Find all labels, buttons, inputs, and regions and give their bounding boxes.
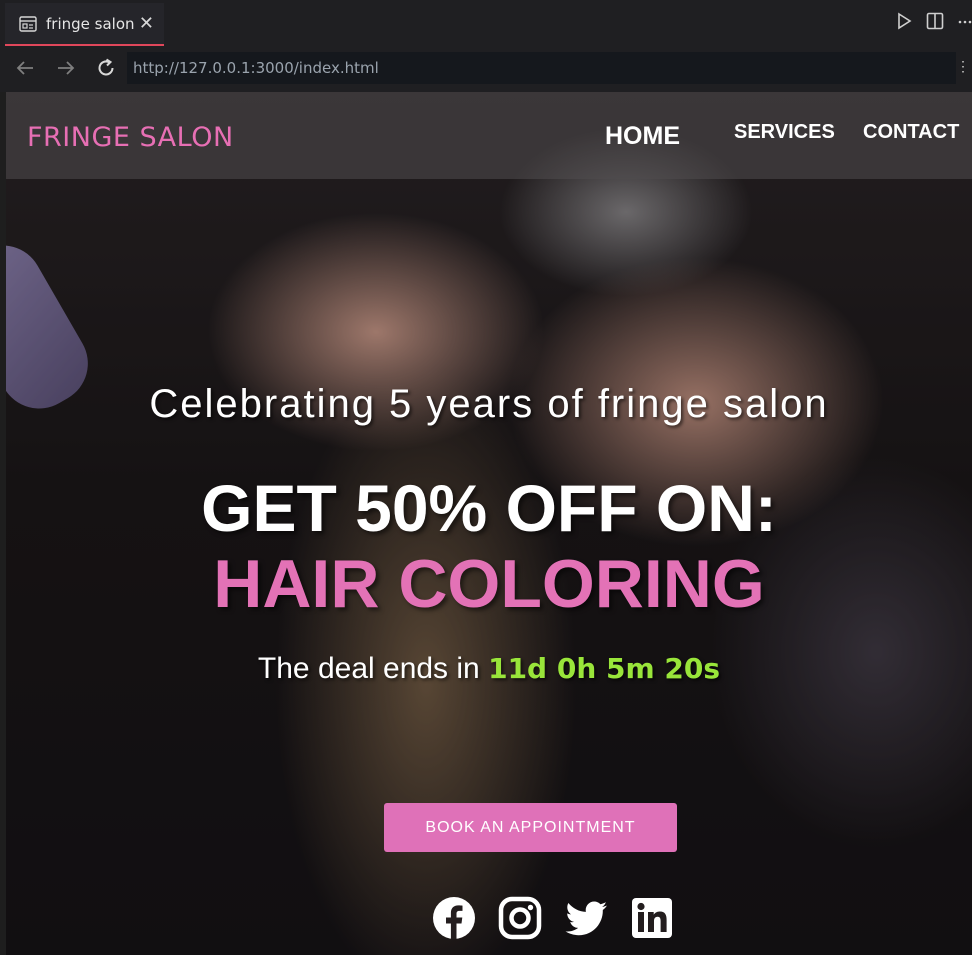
site-header: FRINGE SALON HOME SERVICES CONTACT — [6, 92, 972, 179]
site-viewport: FRINGE SALON HOME SERVICES CONTACT Celeb… — [6, 92, 972, 955]
editor-actions — [896, 12, 972, 30]
arrow-right-icon[interactable] — [54, 56, 78, 80]
facebook-icon[interactable] — [432, 896, 476, 940]
preview-icon — [19, 15, 37, 32]
countdown-timer: 11d 0h 5m 20s — [488, 652, 721, 685]
nav-contact[interactable]: CONTACT — [863, 121, 959, 144]
deal-prefix: The deal ends in — [257, 652, 480, 685]
run-icon[interactable] — [896, 12, 912, 30]
tab-title: fringe salon — [46, 14, 135, 33]
book-appointment-button[interactable]: BOOK AN APPOINTMENT — [384, 803, 677, 852]
deal-text: The deal ends in 11d 0h 5m 20s — [6, 652, 972, 686]
hero-headline: GET 50% OFF ON: — [201, 471, 777, 545]
editor-tab-bar: fringe salon ✕ — [0, 0, 972, 46]
close-icon[interactable]: ✕ — [139, 13, 154, 34]
menu-icon[interactable]: ⋮ — [956, 58, 970, 75]
nav-services[interactable]: SERVICES — [734, 121, 835, 144]
twitter-icon[interactable] — [564, 896, 608, 940]
social-links — [432, 896, 674, 940]
hero-subhead: HAIR COLORING — [213, 546, 765, 622]
split-editor-icon[interactable] — [926, 12, 944, 30]
arrow-left-icon[interactable] — [13, 56, 37, 80]
hero-tagline: Celebrating 5 years of fringe salon — [149, 382, 829, 426]
reload-icon[interactable] — [94, 56, 118, 80]
browser-toolbar: http://127.0.0.1:3000/index.html ⋮ — [0, 46, 972, 92]
url-input[interactable]: http://127.0.0.1:3000/index.html — [127, 52, 956, 84]
more-icon[interactable] — [958, 12, 972, 30]
site-logo[interactable]: FRINGE SALON — [27, 122, 234, 153]
nav-home[interactable]: HOME — [605, 122, 680, 151]
tab-fringe-salon[interactable]: fringe salon ✕ — [5, 3, 164, 46]
linkedin-icon[interactable] — [630, 896, 674, 940]
instagram-icon[interactable] — [498, 896, 542, 940]
